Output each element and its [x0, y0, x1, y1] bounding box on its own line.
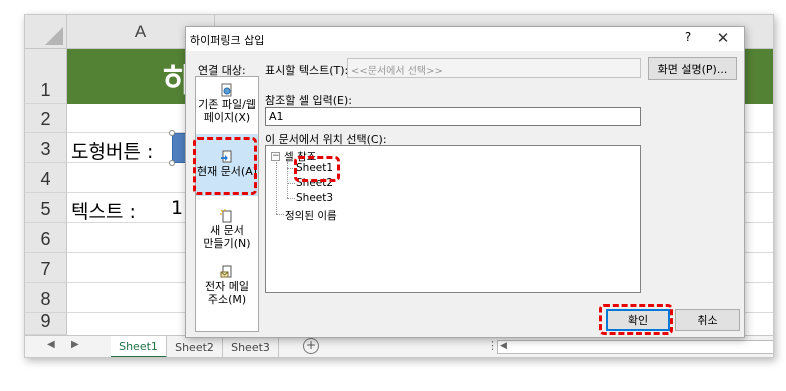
resize-handle-icon[interactable]: [169, 160, 175, 166]
horizontal-scrollbar[interactable]: ◀: [497, 340, 773, 354]
collapse-icon[interactable]: −: [271, 152, 280, 161]
tree-node-sheet1[interactable]: Sheet1: [296, 162, 333, 174]
tab-scroll-right-icon[interactable]: ▶: [71, 339, 79, 350]
close-icon[interactable]: ✕: [710, 29, 736, 49]
ok-button[interactable]: 확인: [606, 309, 670, 331]
sidebar-item-label: 새 문서: [210, 224, 244, 237]
email-icon: [220, 265, 232, 278]
row-header-1[interactable]: 1: [25, 49, 67, 104]
sidebar-item-current-document[interactable]: 현재 문서(A): [196, 134, 258, 196]
sidebar-item-label: 만들기(N): [203, 237, 251, 250]
tree-guide-line: [276, 162, 277, 214]
sheet-tab-bar: ◀ ▶ Sheet1 Sheet2 Sheet3 + ⋮ ◀: [25, 335, 773, 357]
row-header-5[interactable]: 5: [25, 193, 67, 223]
sidebar-item-email[interactable]: 전자 메일 주소(M): [196, 265, 258, 311]
sidebar-item-label: 페이지(X): [203, 111, 251, 124]
cell-reference-label: 참조할 셀 입력(E):: [265, 94, 352, 107]
row-header-2[interactable]: 2: [25, 104, 67, 133]
sidebar-item-label: 주소(M): [207, 293, 247, 306]
select-all-corner[interactable]: [25, 15, 67, 49]
resize-handle-icon[interactable]: [169, 130, 175, 136]
row-header-4[interactable]: 4: [25, 163, 67, 193]
sheet-tab-sheet3[interactable]: Sheet3: [223, 336, 279, 357]
dialog-titlebar[interactable]: 하이퍼링크 삽입 ? ✕: [186, 27, 744, 51]
tree-node-defined-names[interactable]: 정의된 이름: [285, 208, 337, 223]
cell-reference-input[interactable]: A1: [265, 107, 641, 126]
sidebar-item-new-document[interactable]: 새 문서 만들기(N): [196, 209, 258, 255]
plus-circle-icon[interactable]: +: [303, 338, 319, 354]
tab-scroll-left-icon[interactable]: ◀: [47, 339, 55, 350]
tree-guide-line: [287, 198, 295, 199]
row-header-9[interactable]: 9: [25, 311, 67, 335]
display-text-field[interactable]: <<문서에서 선택>>: [347, 58, 641, 78]
row-header-8[interactable]: 8: [25, 283, 67, 313]
tree-node-sheet3[interactable]: Sheet3: [296, 192, 333, 204]
new-document-icon: [220, 209, 232, 223]
sheet-tab-sheet1[interactable]: Sheet1: [111, 336, 167, 357]
cell-a3[interactable]: 도형버튼 :: [71, 137, 153, 164]
scroll-left-icon[interactable]: ◀: [500, 341, 507, 351]
dialog-title: 하이퍼링크 삽입: [190, 34, 265, 47]
row-header-7[interactable]: 7: [25, 253, 67, 283]
tree-guide-line: [276, 214, 284, 215]
row-header-3[interactable]: 3: [25, 133, 67, 163]
display-text-label: 표시할 텍스트(T):: [265, 64, 349, 77]
cell-b5[interactable]: 1: [171, 197, 183, 219]
help-button[interactable]: ?: [678, 30, 698, 48]
screentip-button[interactable]: 화면 설명(P)...: [648, 57, 737, 80]
current-document-icon: [221, 150, 232, 163]
insert-hyperlink-dialog: 하이퍼링크 삽입 ? ✕ 연결 대상: 표시할 텍스트(T): <<문서에서 선…: [185, 26, 745, 338]
link-to-sidebar: 기존 파일/웹 페이지(X) 현재 문서(A) 새 문서 만들기(N) 전자 메…: [195, 76, 259, 332]
globe-file-icon: [221, 83, 232, 97]
sidebar-item-label: 기존 파일/웹: [198, 98, 256, 111]
sidebar-item-label: 전자 메일: [205, 280, 249, 293]
tree-node-sheet2[interactable]: Sheet2: [296, 177, 333, 189]
sheet-tab-sheet2[interactable]: Sheet2: [167, 336, 223, 357]
tree-guide-line: [287, 168, 295, 169]
sidebar-item-label: 현재 문서(A): [196, 165, 258, 178]
cancel-button[interactable]: 취소: [675, 309, 740, 331]
tree-guide-line: [287, 183, 295, 184]
document-location-tree[interactable]: − 셀 참조 Sheet1 Sheet2 Sheet3 정의된 이름: [265, 145, 641, 293]
select-all-triangle-icon: [45, 27, 63, 45]
row-header-6[interactable]: 6: [25, 223, 67, 253]
sidebar-item-existing-file[interactable]: 기존 파일/웹 페이지(X): [196, 83, 258, 129]
cell-a5[interactable]: 텍스트 :: [71, 197, 136, 224]
